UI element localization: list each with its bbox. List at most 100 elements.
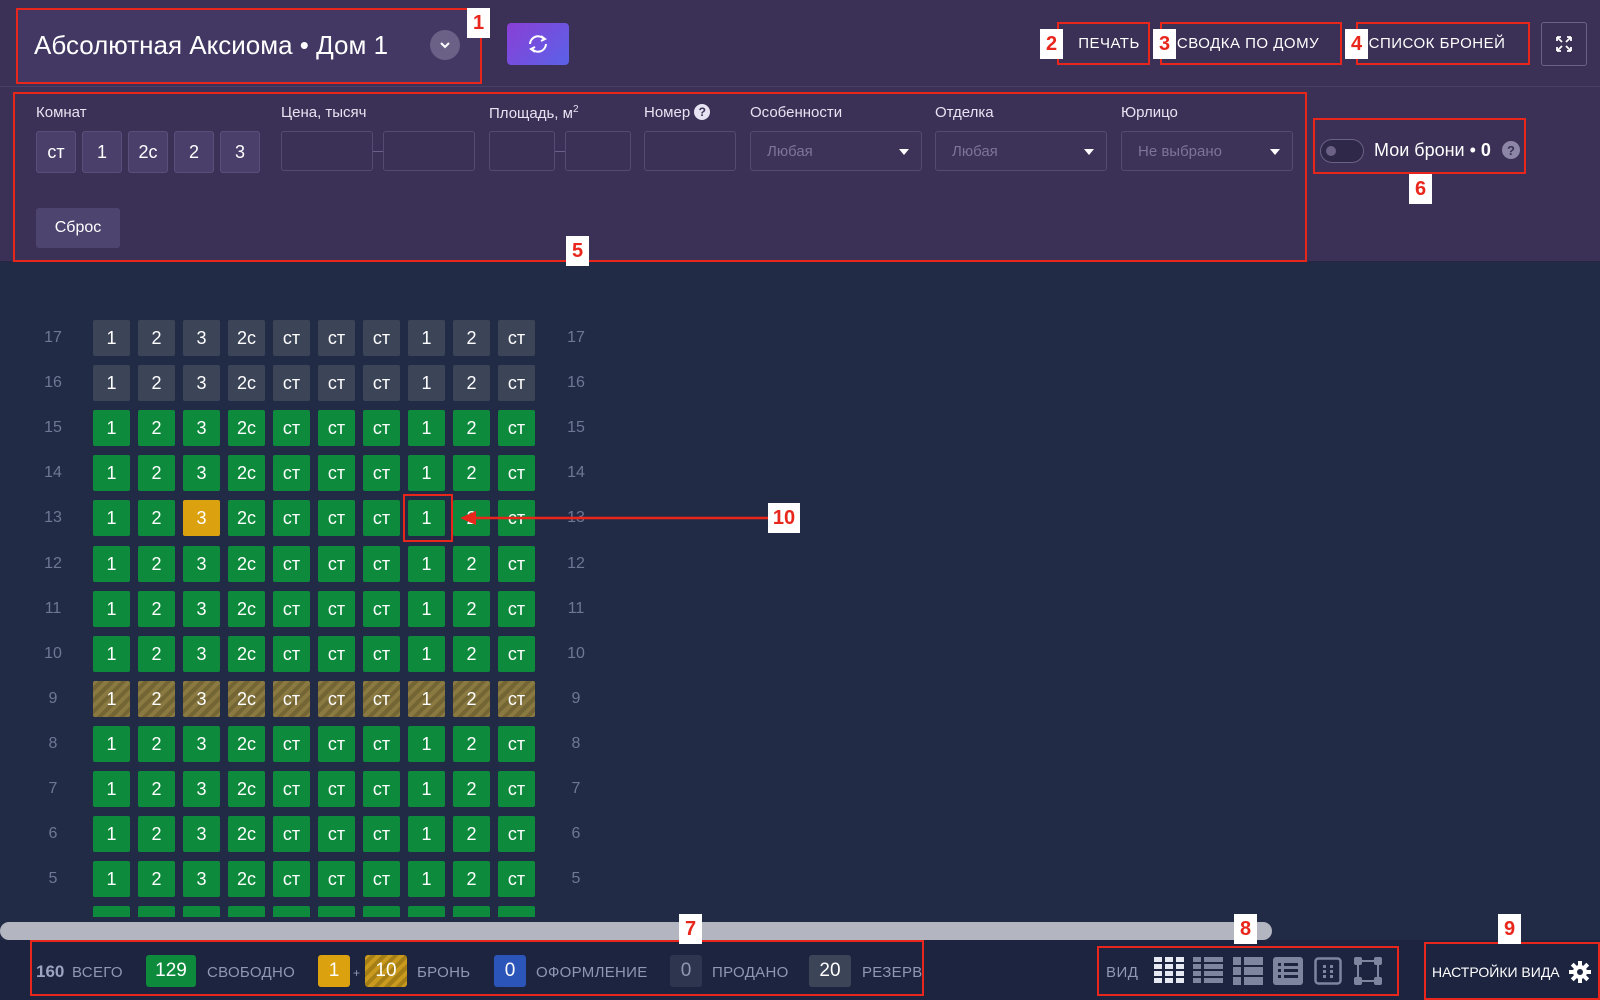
apartment-cell[interactable]: 1 [408,771,445,807]
bookings-list-button[interactable]: СПИСОК БРОНЕЙ [1362,22,1512,64]
apartment-cell[interactable]: 2 [453,546,490,582]
apartment-cell[interactable]: ст [318,410,355,446]
apartment-cell[interactable]: 1 [408,500,445,536]
price-min-input[interactable] [281,131,373,171]
booked-reserve-badge[interactable]: 10 [365,955,407,987]
refresh-button[interactable] [507,23,569,65]
apartment-cell[interactable]: ст [318,320,355,356]
free-badge[interactable]: 129 [146,955,196,987]
apartment-cell[interactable]: ст [363,816,400,852]
apartment-cell[interactable]: ст [273,636,310,672]
apartment-cell[interactable]: 1 [93,681,130,717]
apartment-cell[interactable]: ст [273,906,310,917]
apartment-cell[interactable]: 1 [408,906,445,917]
apartment-cell[interactable]: ст [318,726,355,762]
apartment-cell[interactable]: ст [273,861,310,897]
apartment-cell[interactable]: 1 [93,906,130,917]
list-detailed-icon[interactable] [1271,954,1305,988]
house-summary-button[interactable]: СВОДКА ПО ДОМУ [1164,22,1332,64]
apartment-cell[interactable]: 2 [453,410,490,446]
apartment-cell[interactable]: 2 [138,906,175,917]
apartment-cell[interactable]: ст [273,320,310,356]
apartment-cell[interactable]: ст [318,861,355,897]
apartment-cell[interactable]: 3 [183,591,220,627]
apartment-cell[interactable]: 2 [138,500,175,536]
apartment-cell[interactable]: 1 [408,410,445,446]
apartment-cell[interactable]: ст [318,636,355,672]
apartment-cell[interactable]: ст [273,455,310,491]
grid-dots-icon[interactable] [1311,954,1345,988]
apartment-cell[interactable]: 2 [453,861,490,897]
reserve-badge[interactable]: 20 [809,955,851,987]
sold-badge[interactable]: 0 [670,955,702,987]
apartment-cell[interactable]: 1 [93,771,130,807]
apartment-cell[interactable]: 1 [93,726,130,762]
apartment-cell[interactable]: 2 [453,816,490,852]
apartment-cell[interactable]: ст [318,681,355,717]
apartment-cell[interactable]: ст [363,500,400,536]
my-bookings-toggle[interactable] [1320,139,1364,163]
apartment-cell[interactable]: ст [318,816,355,852]
apartment-cell[interactable]: ст [318,546,355,582]
apartment-cell[interactable]: 2 [453,681,490,717]
apartment-cell[interactable]: 1 [93,365,130,401]
apartment-cell[interactable]: 2с [228,410,265,446]
apartment-cell[interactable]: 2 [138,726,175,762]
apartment-cell[interactable]: ст [363,410,400,446]
price-max-input[interactable] [383,131,475,171]
apartment-cell[interactable]: 2 [138,455,175,491]
apartment-cell[interactable]: ст [318,455,355,491]
apartment-cell[interactable]: ст [498,320,535,356]
apartment-cell[interactable]: 2 [453,455,490,491]
apartment-cell[interactable]: 3 [183,365,220,401]
reset-button[interactable]: Сброс [36,208,120,248]
apartment-cell[interactable]: 1 [408,591,445,627]
apartment-cell[interactable]: 2 [138,320,175,356]
apartment-cell[interactable]: 2с [228,681,265,717]
apartment-cell[interactable]: ст [498,455,535,491]
apartment-cell[interactable]: ст [363,320,400,356]
grid-dense-icon[interactable] [1152,954,1186,988]
apartment-cell[interactable]: 2с [228,500,265,536]
apartment-cell[interactable]: ст [273,546,310,582]
apartment-cell[interactable]: ст [318,906,355,917]
number-input[interactable] [644,131,736,171]
apartment-cell[interactable]: 2 [138,365,175,401]
apartment-cell[interactable]: 2 [138,636,175,672]
apartment-cell[interactable]: ст [273,410,310,446]
apartment-cell[interactable]: 1 [93,816,130,852]
chevron-down-icon[interactable] [430,30,460,60]
apartment-cell[interactable]: 1 [93,410,130,446]
apartment-cell[interactable]: 1 [408,546,445,582]
apartment-cell[interactable]: ст [498,636,535,672]
apartment-cell[interactable]: ст [318,365,355,401]
apartment-cell[interactable]: ст [498,410,535,446]
processing-badge[interactable]: 0 [494,955,526,987]
apartment-cell[interactable]: ст [318,500,355,536]
apartment-cell[interactable]: 3 [183,681,220,717]
room-filter-2c[interactable]: 2с [128,131,168,173]
apartment-cell[interactable]: 2с [228,591,265,627]
apartment-cell[interactable]: 1 [93,861,130,897]
apartment-cell[interactable]: ст [273,681,310,717]
apartment-cell[interactable]: 1 [408,726,445,762]
apartment-cell[interactable]: ст [498,681,535,717]
apartment-cell[interactable]: 2 [453,771,490,807]
apartment-cell[interactable]: ст [363,726,400,762]
finish-select[interactable]: Любая [935,131,1107,171]
apartment-cell[interactable]: ст [498,861,535,897]
apartment-cell[interactable]: ст [363,636,400,672]
apartment-cell[interactable]: 3 [183,816,220,852]
apartment-cell[interactable]: 1 [93,455,130,491]
room-filter-1[interactable]: 1 [82,131,122,173]
apartment-cell[interactable]: 1 [408,320,445,356]
apartment-cell[interactable]: 3 [183,861,220,897]
apartment-cell[interactable]: ст [363,906,400,917]
apartment-cell[interactable]: 2 [453,320,490,356]
apartment-cell[interactable]: 2 [453,906,490,917]
list-compact-icon[interactable] [1191,954,1225,988]
apartment-cell[interactable]: 3 [183,546,220,582]
entity-select[interactable]: Не выбрано [1121,131,1293,171]
fullscreen-button[interactable] [1541,22,1587,66]
features-select[interactable]: Любая [750,131,922,171]
